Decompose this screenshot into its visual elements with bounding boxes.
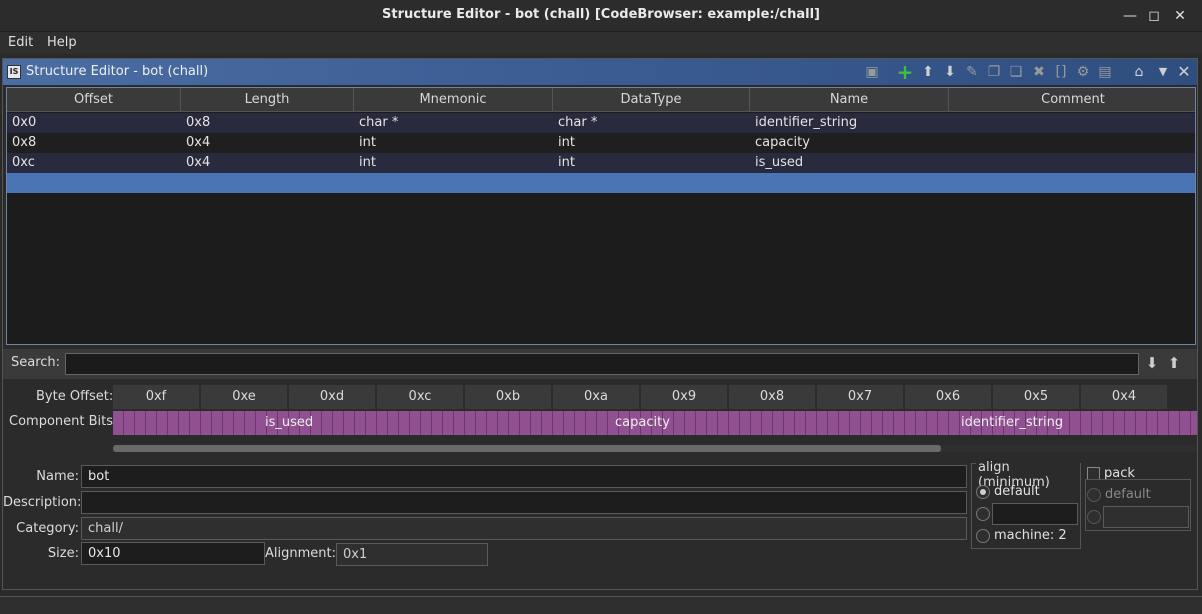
column-header-mnemonic[interactable]: Mnemonic — [354, 88, 553, 112]
size-field[interactable]: 0x10 — [81, 542, 265, 565]
duplicate-multiple-icon[interactable]: ❏ — [1007, 63, 1025, 81]
column-header-length[interactable]: Length — [181, 88, 354, 112]
cell-offset: 0x8 — [12, 135, 37, 150]
table-row[interactable]: 0x0 0x8 char * char * identifier_string — [7, 113, 1195, 133]
menu-dropdown-icon[interactable]: ▼ — [1154, 63, 1172, 81]
menu-edit[interactable]: Edit — [8, 35, 33, 50]
panel-close-icon[interactable]: ✕ — [1175, 63, 1193, 81]
byte-offset-cell: 0xa — [553, 385, 640, 409]
cell-mnemonic: char * — [359, 115, 399, 130]
description-label: Description: — [3, 495, 82, 510]
byte-offset-label: Byte Offset: — [36, 389, 114, 404]
align-explicit-input[interactable] — [992, 503, 1078, 525]
cell-datatype[interactable]: int — [558, 153, 575, 173]
byte-offset-cell: 0x7 — [817, 385, 904, 409]
close-icon[interactable]: ✕ — [1170, 6, 1190, 26]
unpackage-icon[interactable]: ⚙ — [1074, 63, 1092, 81]
maximize-icon[interactable]: ◻ — [1144, 6, 1164, 26]
cell-name[interactable]: capacity — [755, 133, 810, 153]
pack-explicit-radio[interactable] — [1087, 510, 1101, 524]
delete-icon[interactable]: ✖ — [1030, 63, 1048, 81]
description-field[interactable] — [81, 491, 967, 514]
table-row-empty-selected[interactable] — [7, 173, 1195, 193]
alignment-label: Alignment: — [265, 546, 336, 561]
home-icon[interactable]: ⌂ — [1130, 63, 1148, 81]
byte-offset-cell: 0x9 — [641, 385, 728, 409]
align-explicit-radio[interactable] — [976, 507, 990, 521]
clear-icon[interactable]: ✎ — [963, 63, 981, 81]
window-titlebar: Structure Editor - bot (chall) [CodeBrow… — [0, 0, 1202, 32]
pack-default-radio[interactable] — [1087, 488, 1101, 502]
search-label: Search: — [11, 355, 61, 370]
table-row[interactable]: 0xc 0x4 int int is_used — [7, 153, 1195, 173]
menu-help[interactable]: Help — [47, 35, 77, 50]
cell-mnemonic: int — [359, 135, 376, 150]
status-bar — [0, 596, 1202, 614]
byte-offset-cell: 0x8 — [729, 385, 816, 409]
component-bits-capacity: capacity — [615, 415, 670, 430]
byte-offset-cell: 0x6 — [905, 385, 992, 409]
cell-offset: 0xc — [12, 155, 35, 170]
component-bits-identifier-string: identifier_string — [961, 415, 1064, 430]
search-previous-icon[interactable]: ⬆ — [1165, 354, 1183, 372]
category-field: chall/ — [81, 517, 967, 540]
search-bar: Search: ⬇ ⬆ — [3, 349, 1197, 379]
name-label: Name: — [36, 469, 79, 484]
alignment-field: 0x1 — [336, 543, 488, 566]
cell-length: 0x8 — [186, 115, 211, 130]
byte-offset-cell: 0xb — [465, 385, 552, 409]
column-header-offset[interactable]: Offset — [7, 88, 181, 112]
byte-offset-cell: 0xf — [113, 385, 200, 409]
components-table[interactable]: Offset Length Mnemonic DataType Name Com… — [6, 87, 1196, 345]
table-row[interactable]: 0x8 0x4 int int capacity — [7, 133, 1195, 153]
category-label: Category: — [16, 521, 79, 536]
cell-length: 0x4 — [186, 155, 211, 170]
column-header-name[interactable]: Name — [750, 88, 949, 112]
byte-offset-cell: 0xd — [289, 385, 376, 409]
align-machine-label: machine: 2 — [994, 528, 1067, 543]
cell-datatype[interactable]: int — [558, 133, 575, 153]
structure-editor-icon: IS — [7, 65, 21, 79]
name-field[interactable]: bot — [81, 465, 967, 488]
cell-offset: 0x0 — [12, 115, 37, 130]
component-bits-label: Component Bits: — [9, 414, 118, 429]
pack-explicit-input[interactable] — [1103, 506, 1189, 528]
window-title: Structure Editor - bot (chall) [CodeBrow… — [382, 7, 820, 22]
align-machine-radio[interactable] — [976, 529, 990, 543]
panel-title: Structure Editor - bot (chall) — [26, 64, 209, 79]
table-header: Offset Length Mnemonic DataType Name Com… — [7, 88, 1195, 112]
menu-bar: Edit Help — [0, 32, 1202, 54]
search-input[interactable] — [65, 353, 1139, 375]
byte-offset-cell: 0x4 — [1081, 385, 1168, 409]
search-next-icon[interactable]: ⬇ — [1143, 354, 1161, 372]
show-component-path-icon[interactable]: ▤ — [1096, 63, 1114, 81]
array-icon[interactable]: [] — [1052, 63, 1070, 81]
duplicate-icon[interactable]: ❐ — [985, 63, 1003, 81]
cell-length: 0x4 — [186, 135, 211, 150]
save-icon[interactable]: ▣ — [863, 63, 881, 81]
column-header-datatype[interactable]: DataType — [553, 88, 750, 112]
panel-header: IS Structure Editor - bot (chall) ▣ + ⬆ … — [3, 59, 1197, 85]
structure-editor-panel: IS Structure Editor - bot (chall) ▣ + ⬆ … — [2, 58, 1198, 590]
byte-offset-cell: 0xc — [377, 385, 464, 409]
align-default-radio[interactable] — [976, 485, 990, 499]
minimize-icon[interactable]: — — [1120, 6, 1140, 26]
cell-name[interactable]: is_used — [755, 153, 803, 173]
byte-offset-cell: 0x5 — [993, 385, 1080, 409]
add-icon[interactable]: + — [896, 62, 914, 82]
cell-name[interactable]: identifier_string — [755, 113, 857, 133]
move-up-icon[interactable]: ⬆ — [919, 63, 937, 81]
bits-scrollbar-thumb[interactable] — [113, 445, 941, 452]
component-bits-is-used: is_used — [265, 415, 314, 430]
move-down-icon[interactable]: ⬇ — [941, 63, 959, 81]
cell-mnemonic: int — [359, 155, 376, 170]
cell-datatype[interactable]: char * — [558, 113, 597, 133]
byte-offset-cell: 0xe — [201, 385, 288, 409]
align-default-label: default — [994, 484, 1040, 499]
size-label: Size: — [47, 546, 79, 561]
pack-default-label: default — [1105, 487, 1151, 502]
column-header-comment[interactable]: Comment — [949, 88, 1195, 112]
